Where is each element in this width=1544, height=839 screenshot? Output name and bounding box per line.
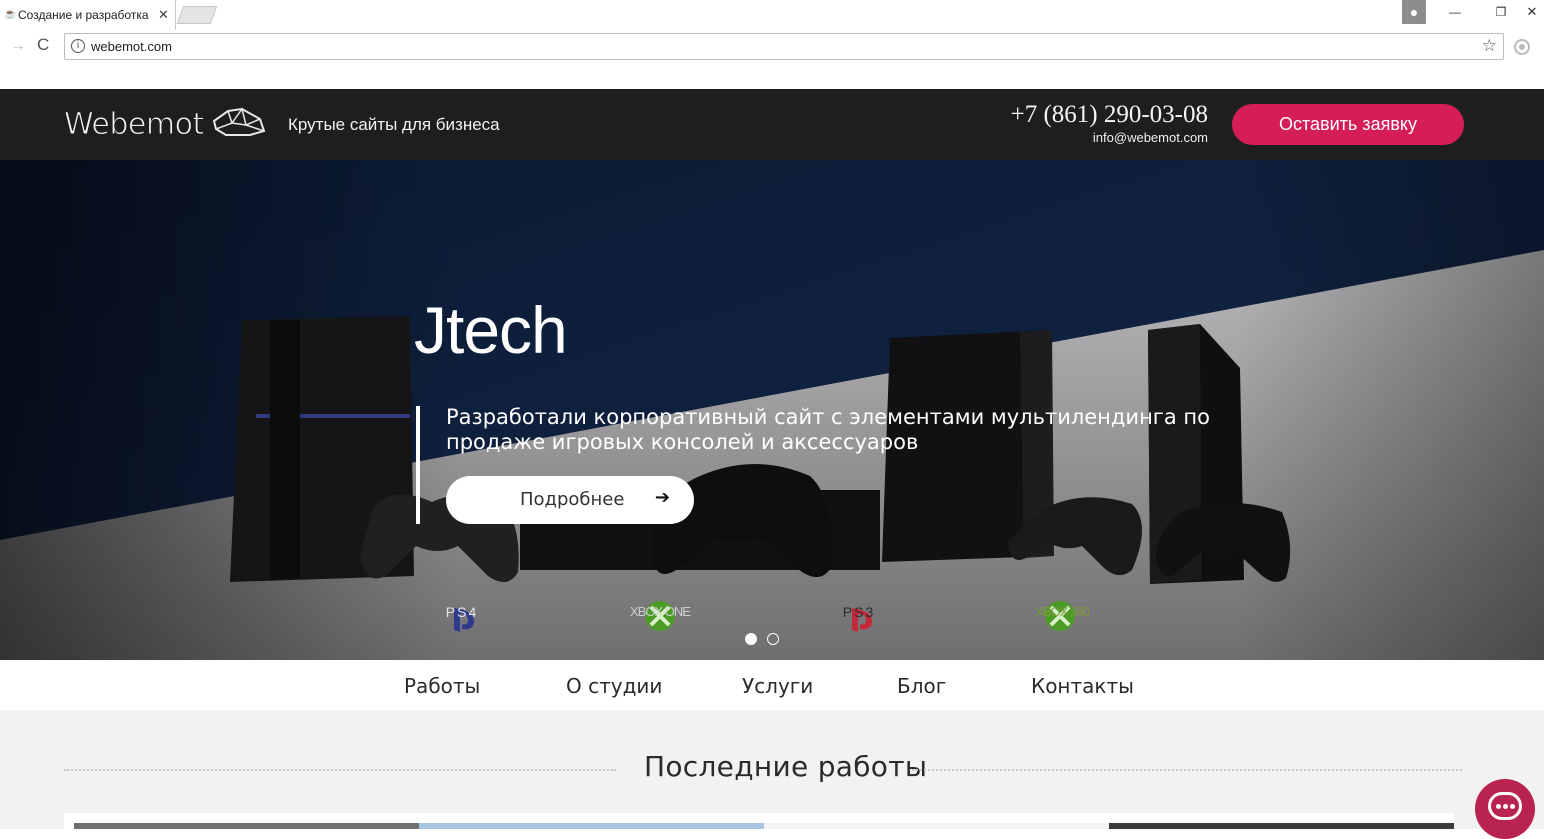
nav-item-about[interactable]: О студии (566, 674, 662, 698)
hero-slider: Jtech Разработали корпоративный сайт с э… (0, 160, 1544, 660)
slider-dot-2[interactable] (767, 633, 779, 645)
nav-item-contacts[interactable]: Контакты (1031, 674, 1134, 698)
chat-bubble-icon (1488, 792, 1522, 820)
tab-title: Создание и разработка (18, 8, 149, 22)
works-divider-right (912, 769, 1462, 771)
tagline: Крутые сайты для бизнеса (288, 115, 500, 134)
new-tab-button[interactable] (176, 6, 218, 24)
brand-xbox-one: XBOX ONE (630, 604, 691, 619)
browser-tab[interactable]: ☕ Создание и разработка ✕ (0, 0, 176, 30)
main-nav: Работы О студии Услуги Блог Контакты (0, 660, 1544, 710)
brand-ps4: PS4 (445, 604, 479, 620)
site-header: Webemot Крутые сайты для бизнеса +7 (861… (0, 89, 1544, 160)
request-button[interactable]: Оставить заявку (1232, 104, 1464, 145)
tab-close-icon[interactable]: ✕ (158, 7, 169, 23)
logo-mark-icon (212, 107, 266, 136)
slider-dots (745, 633, 779, 645)
more-button-label: Подробнее (520, 489, 625, 510)
chat-button[interactable] (1475, 779, 1535, 839)
works-title: Последние работы (644, 750, 928, 783)
star-icon[interactable]: ☆ (1482, 36, 1497, 56)
work-thumbnail[interactable] (764, 823, 1109, 829)
site-logo[interactable]: Webemot (64, 107, 205, 143)
work-thumbnail[interactable] (74, 823, 419, 829)
brand-ps3: PS3 (842, 604, 876, 620)
nav-item-blog[interactable]: Блог (897, 674, 946, 698)
nav-item-services[interactable]: Услуги (742, 674, 813, 698)
hero-title: Jtech (414, 293, 568, 367)
arrow-right-icon: ➔ (654, 487, 670, 508)
bookmarks-bar (0, 64, 1544, 89)
browser-toolbar: → C i webemot.com ☆ (0, 30, 1544, 64)
close-window-icon[interactable]: ✕ (1520, 0, 1544, 24)
address-bar[interactable]: i webemot.com ☆ (64, 33, 1504, 60)
brand-xbox-360: XBOX 360 (1035, 604, 1089, 619)
info-icon[interactable]: i (71, 39, 85, 53)
hero-accent-bar (416, 406, 420, 524)
browser-tab-strip: ☕ Создание и разработка ✕ ● — ❐ ✕ (0, 0, 1544, 30)
more-button[interactable]: Подробнее ➔ (446, 476, 694, 524)
webemot-favicon-icon: ☕ (4, 9, 17, 20)
work-thumbnail[interactable] (419, 823, 764, 829)
latest-works-section: Последние работы (0, 710, 1544, 829)
nav-item-works[interactable]: Работы (404, 674, 480, 698)
phone-number[interactable]: +7 (861) 290-03-08 (990, 101, 1208, 129)
forward-icon[interactable]: → (10, 37, 26, 55)
minimize-icon[interactable]: — (1440, 0, 1470, 24)
reload-icon[interactable]: C (37, 35, 49, 55)
works-divider-left (64, 769, 616, 771)
restore-icon[interactable]: ❐ (1486, 0, 1516, 24)
slider-dot-1[interactable] (745, 633, 757, 645)
hero-description: Разработали корпоративный сайт с элемент… (446, 405, 1210, 454)
work-thumbnail[interactable] (1109, 823, 1454, 829)
email-link[interactable]: info@webemot.com (1020, 130, 1208, 145)
profile-icon[interactable]: ● (1402, 0, 1426, 24)
address-url[interactable]: webemot.com (91, 39, 172, 54)
extension-icon[interactable] (1514, 39, 1530, 55)
